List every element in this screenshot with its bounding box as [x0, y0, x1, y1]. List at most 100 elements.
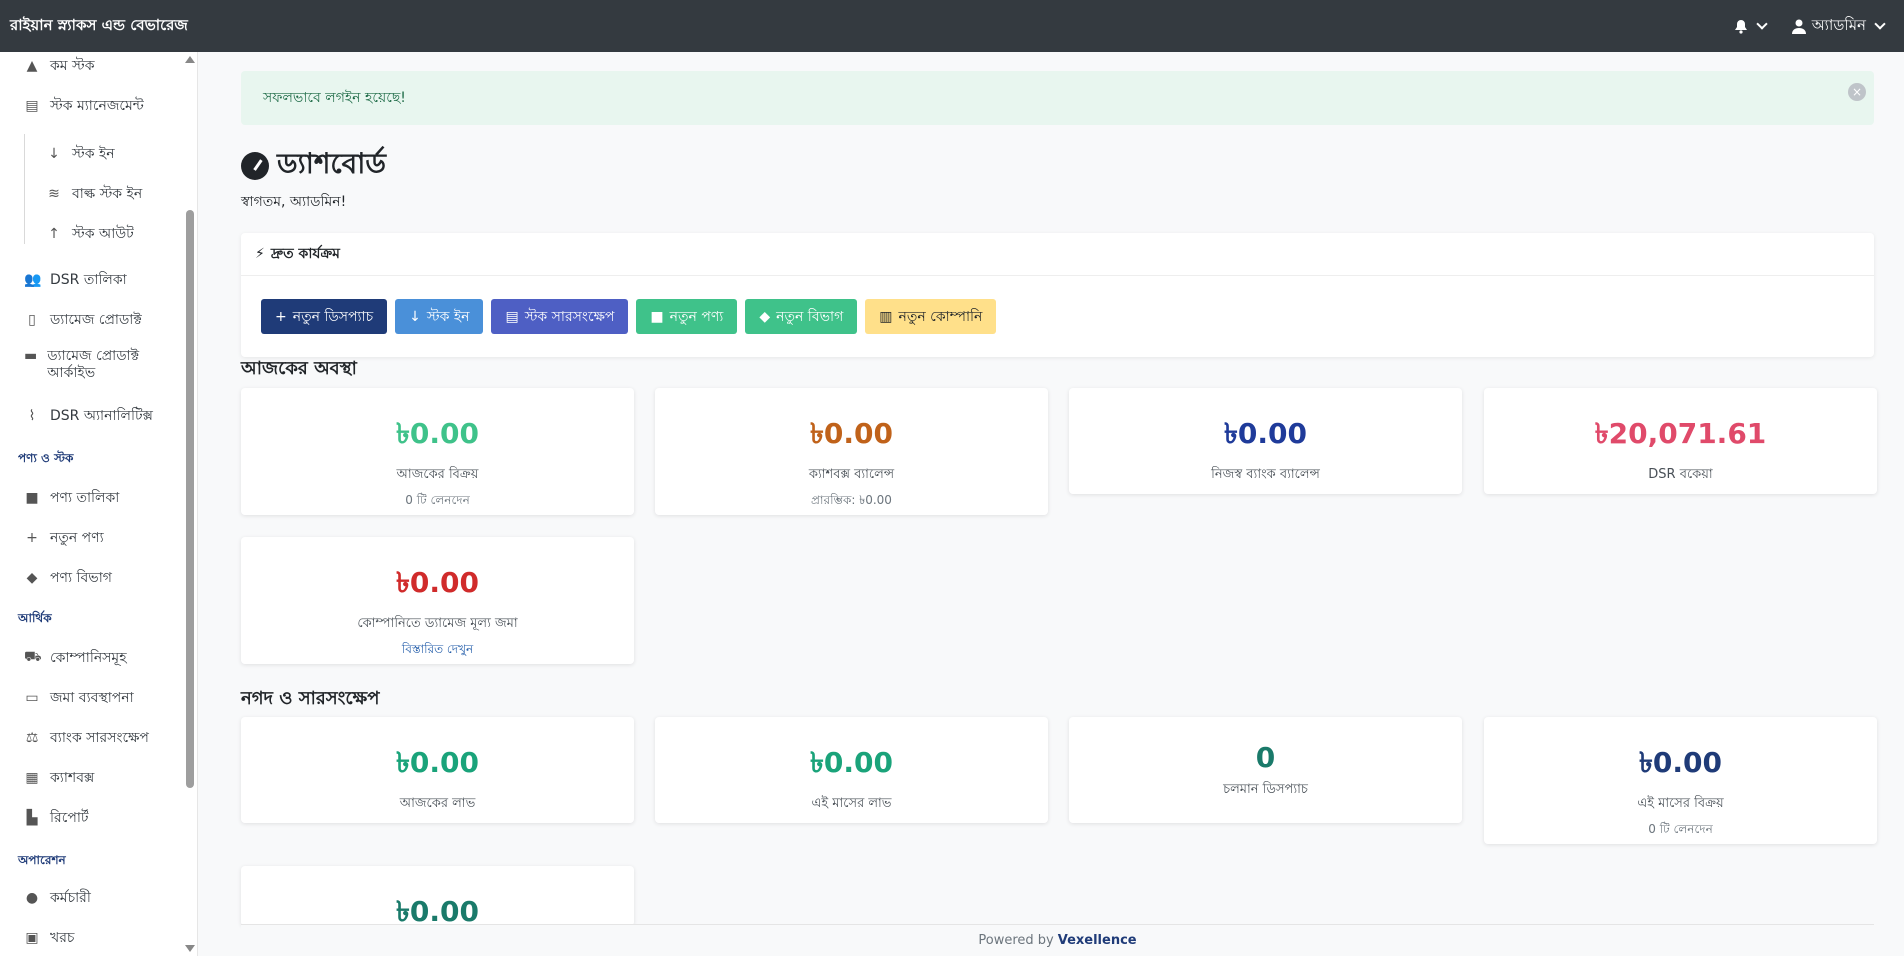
sidebar-item-stock-out[interactable]: ↑ স্টক আউট [46, 222, 134, 246]
user-icon: ● [25, 890, 39, 906]
card-icon: ▭ [25, 690, 39, 706]
sidebar-item-label: ক্যাশবক্স [50, 770, 95, 786]
stat-value: ৳0.00 [1638, 746, 1723, 779]
own-bank-balance-card: ৳0.00 নিজস্ব ব্যাংক ব্যালেন্স [1069, 388, 1462, 494]
sidebar-item-dsr-analytics[interactable]: ⌇ DSR অ্যানালিটিক্স [24, 404, 153, 428]
sidebar-scrollbar[interactable] [184, 52, 196, 956]
arrow-down-icon: ↓ [409, 308, 421, 325]
sidebar-item-damage-archive[interactable]: ▬ ড্যামেজ প্রোডাক্ট আর্কাইভ [24, 348, 144, 382]
stat-label: DSR বকেয়া [1648, 467, 1713, 482]
truck-icon: ⛟ [24, 649, 42, 665]
page-title-text: ড্যাশবোর্ড [277, 147, 386, 180]
bell-icon [1734, 19, 1747, 34]
sidebar-item-bulk-stock-in[interactable]: ≋ বাল্ক স্টক ইন [46, 182, 142, 206]
stat-label: এই মাসের লাভ [811, 796, 892, 811]
new-dispatch-button[interactable]: + নতুন ডিসপ্যাচ [261, 299, 388, 334]
main-content: সফলভাবে লগইন হয়েছে! × ড্যাশবোর্ড স্বাগত… [198, 52, 1904, 956]
brand-title[interactable]: রাইয়ান স্ন্যাকস এন্ড বেভারেজ [10, 14, 188, 39]
button-label: নতুন কোম্পানি [898, 308, 983, 325]
stat-label: নিজস্ব ব্যাংক ব্যালেন্স [1211, 467, 1320, 482]
sidebar-item-dsr-list[interactable]: 👥 DSR তালিকা [24, 268, 127, 292]
stock-summary-button[interactable]: ▤ স্টক সারসংক্ষেপ [491, 299, 629, 334]
stat-sub: 0 টি লেনদেন [405, 493, 470, 507]
scroll-thumb[interactable] [186, 210, 194, 788]
sidebar-item-bank-summary[interactable]: ⚖ ব্যাংক সারসংক্ষেপ [24, 726, 149, 750]
quick-actions-card: ⚡ দ্রুত কার্যক্রম + নতুন ডিসপ্যাচ ↓ স্টক ই… [241, 233, 1874, 357]
sidebar-item-cashbox[interactable]: ▦ ক্যাশবক্স [24, 766, 94, 790]
money-icon: ▣ [25, 930, 39, 946]
user-menu-dropdown[interactable]: অ্যাডমিন [1791, 14, 1886, 39]
button-label: নতুন বিভাগ [776, 308, 844, 325]
scroll-down-icon[interactable] [185, 945, 195, 952]
stat-value: 0 [1255, 741, 1276, 774]
sidebar-item-damage-products[interactable]: ▯ ড্যামেজ প্রোডাক্ট [24, 308, 142, 332]
archive-icon: ▬ [24, 348, 38, 364]
footer-brand-link[interactable]: Vexellence [1058, 933, 1137, 948]
stat-value: ৳0.00 [395, 895, 480, 926]
stat-value: ৳20,071.61 [1594, 417, 1767, 450]
stat-value: ৳0.00 [395, 566, 480, 599]
stock-in-button[interactable]: ↓ স্টক ইন [395, 299, 484, 334]
sidebar-item-label: রিপোর্ট [50, 810, 89, 826]
stat-label: চলমান ডিসপ্যাচ [1223, 782, 1308, 797]
sidebar-item-label: পণ্য তালিকা [50, 490, 120, 506]
warehouse-icon: ▤ [25, 98, 39, 114]
stat-label: আজকের লাভ [399, 796, 476, 811]
plus-icon: + [26, 530, 38, 546]
sidebar-item-label: DSR অ্যানালিটিক্স [50, 408, 153, 424]
alert-text: সফলভাবে লগইন হয়েছে! [263, 90, 406, 106]
sidebar-item-deposit-management[interactable]: ▭ জমা ব্যবস্থাপনা [24, 686, 133, 710]
month-sales-card: ৳0.00 এই মাসের বিক্রয় 0 টি লেনদেন [1484, 717, 1877, 844]
stat-sub: 0 টি লেনদেন [1648, 822, 1713, 836]
view-details-link[interactable]: বিস্তারিত দেখুন [241, 641, 634, 661]
login-success-alert: সফলভাবে লগইন হয়েছে! × [241, 71, 1874, 125]
sidebar-item-stock-management[interactable]: ▤ স্টক ম্যানেজমেন্ট [24, 94, 144, 118]
sidebar-item-new-product[interactable]: + নতুন পণ্য [24, 526, 104, 550]
sidebar-item-label: কর্মচারী [50, 890, 91, 906]
building-icon: ▥ [879, 308, 893, 325]
notifications-dropdown[interactable] [1734, 18, 1768, 34]
chart-line-icon: ⌇ [28, 408, 36, 424]
month-profit-card: ৳0.00 এই মাসের লাভ [655, 717, 1048, 823]
sidebar-item-low-stock[interactable]: ▲ কম স্টক [24, 54, 95, 78]
arrow-up-icon: ↑ [48, 226, 60, 242]
dashboard-gauge-icon [241, 151, 269, 180]
button-label: নতুন পণ্য [669, 308, 724, 325]
sidebar-item-label: স্টক ম্যানেজমেন্ট [50, 98, 144, 114]
new-category-button[interactable]: ◆ নতুন বিভাগ [745, 299, 858, 334]
sidebar-item-employees[interactable]: ● কর্মচারী [24, 886, 91, 910]
chevron-down-icon [1756, 18, 1768, 30]
stat-label: আজকের বিক্রয় [396, 467, 479, 482]
file-icon: ▯ [28, 312, 36, 328]
new-company-button[interactable]: ▥ নতুন কোম্পানি [865, 299, 997, 334]
tags-icon: ◆ [759, 308, 771, 325]
warning-icon: ▲ [26, 58, 38, 74]
sidebar-item-stock-in[interactable]: ↓ স্টক ইন [46, 142, 114, 166]
button-label: নতুন ডিসপ্যাচ [292, 308, 374, 325]
stat-value: ৳0.00 [809, 746, 894, 779]
close-icon[interactable]: × [1848, 83, 1866, 101]
plus-icon: + [275, 308, 287, 325]
sidebar-item-expenses[interactable]: ▣ খরচ [24, 926, 74, 950]
top-navbar: রাইয়ান স্ন্যাকস এন্ড বেভারেজ অ্যাডমিন [0, 0, 1904, 52]
stat-value: ৳0.00 [1223, 417, 1308, 450]
sidebar-item-label: কম স্টক [50, 58, 95, 74]
sidebar-item-companies[interactable]: ⛟ কোম্পানিসমূহ [24, 646, 127, 670]
stat-label: ক্যাশবক্স ব্যালেন্স [808, 467, 895, 482]
sidebar-item-label: DSR তালিকা [50, 272, 127, 288]
stat-label: কোম্পানিতে ড্যামেজ মূল্য জমা [357, 616, 518, 631]
cashbox-balance-card: ৳0.00 ক্যাশবক্স ব্যালেন্স প্রারম্ভিক: ৳0… [655, 388, 1048, 515]
today-profit-card: ৳0.00 আজকের লাভ [241, 717, 634, 823]
sidebar-item-product-list[interactable]: ■ পণ্য তালিকা [24, 486, 119, 510]
scroll-up-icon[interactable] [185, 56, 195, 63]
sidebar-item-categories[interactable]: ◆ পণ্য বিভাগ [24, 566, 112, 590]
sidebar-item-label: স্টক আউট [72, 226, 134, 242]
arrow-down-icon: ↓ [48, 146, 60, 162]
footer-prefix: Powered by [978, 933, 1054, 948]
quick-actions-header: ⚡ দ্রুত কার্যক্রম [241, 233, 1874, 276]
sidebar-item-reports[interactable]: ▙ রিপোর্ট [24, 806, 89, 830]
dsr-due-card: ৳20,071.61 DSR বকেয়া [1484, 388, 1877, 494]
damage-deposit-card: ৳0.00 কোম্পানিতে ড্যামেজ মূল্য জমা বিস্ত… [241, 537, 634, 664]
new-product-button[interactable]: ■ নতুন পণ্য [636, 299, 738, 334]
sidebar-heading-products: পণ্য ও স্টক [18, 451, 74, 465]
